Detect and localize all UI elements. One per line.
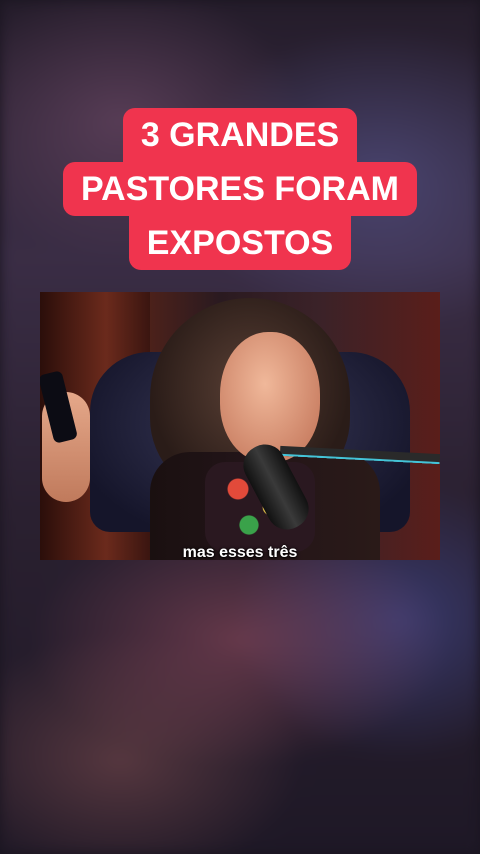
video-frame	[40, 292, 440, 560]
video-player[interactable]	[40, 292, 440, 560]
overlay-title-line-1: 3 GRANDES	[122, 108, 358, 162]
overlay-title-line-3: EXPOSTOS	[128, 216, 352, 270]
video-post-screen: 3 GRANDES PASTORES FORAM EXPOSTOS mas es…	[0, 0, 480, 854]
overlay-title: 3 GRANDES PASTORES FORAM EXPOSTOS	[0, 108, 480, 270]
speaker-face	[220, 332, 320, 462]
video-subtitle: mas esses três	[182, 544, 298, 561]
overlay-title-line-2: PASTORES FORAM	[63, 162, 417, 216]
